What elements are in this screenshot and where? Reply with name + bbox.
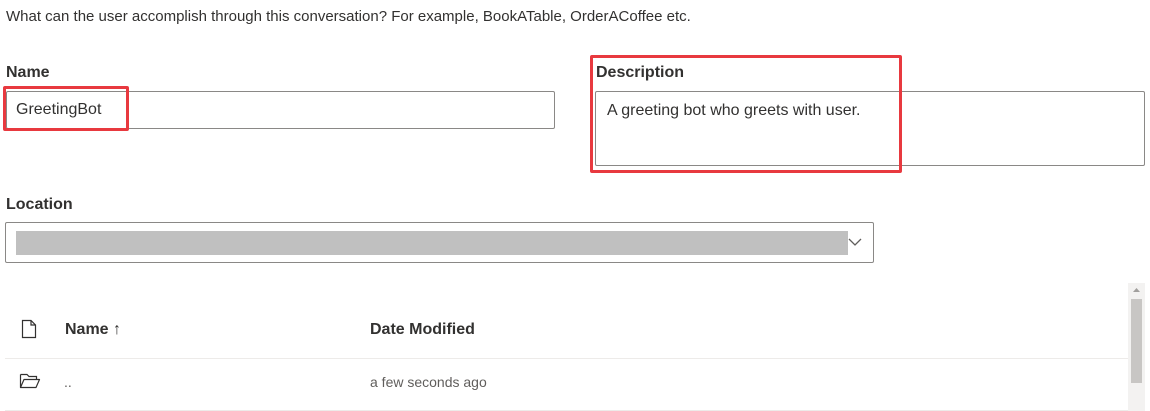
file-type-icon <box>21 319 37 339</box>
location-label: Location <box>6 196 73 213</box>
chevron-down-icon <box>848 238 862 246</box>
row-date-modified-cell: a few seconds ago <box>370 374 487 390</box>
file-table-header: Name ↑ Date Modified <box>5 302 1128 359</box>
intro-text: What can the user accomplish through thi… <box>6 8 691 25</box>
name-label: Name <box>6 64 50 81</box>
location-value-redacted <box>16 231 848 255</box>
location-dropdown[interactable] <box>5 222 874 263</box>
description-input[interactable]: A greeting bot who greets with user. <box>595 91 1145 166</box>
row-name-cell: .. <box>64 374 72 390</box>
column-header-date-modified[interactable]: Date Modified <box>370 321 475 339</box>
description-label: Description <box>596 64 685 81</box>
table-row[interactable]: .. a few seconds ago <box>5 358 1128 411</box>
column-header-name[interactable]: Name ↑ <box>65 321 121 339</box>
name-input[interactable] <box>6 91 555 129</box>
scrollbar-thumb[interactable] <box>1131 299 1142 383</box>
table-scrollbar[interactable] <box>1128 283 1145 411</box>
create-bot-form: What can the user accomplish through thi… <box>0 0 1150 411</box>
scroll-up-arrow-icon[interactable] <box>1128 283 1145 297</box>
folder-icon <box>19 373 41 389</box>
